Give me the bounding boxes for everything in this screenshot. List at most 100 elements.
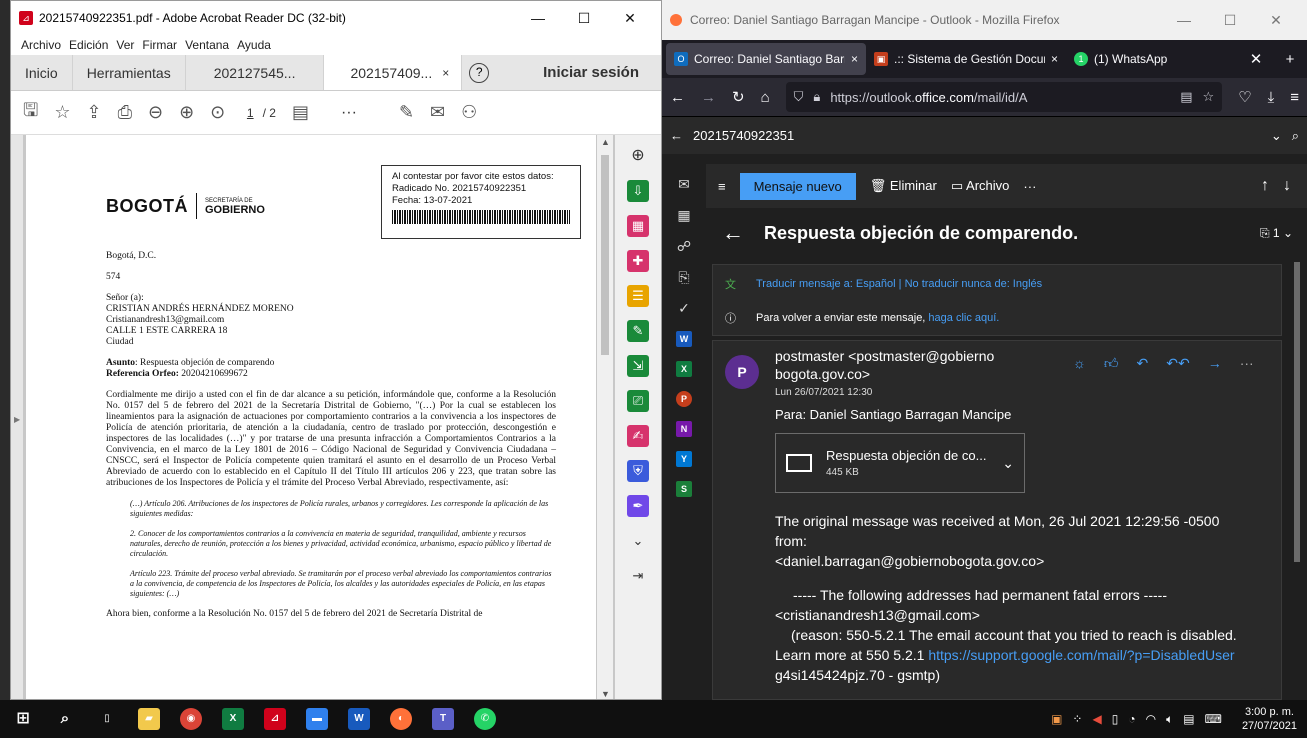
left-panel-collapsed[interactable]: ▶	[11, 135, 23, 699]
send-signature-icon[interactable]: ✒	[627, 495, 649, 517]
support-link[interactable]: https://support.google.com/mail/?p=Disab…	[928, 647, 1234, 663]
attachment-count-button[interactable]: ⎘ 1 ⌄	[1260, 226, 1307, 241]
page-number-input[interactable]: 1	[241, 106, 259, 120]
avatar[interactable]: P	[725, 355, 759, 389]
attachment-card[interactable]: Respuesta objeción de co... 445 KB ⌄	[775, 433, 1025, 493]
sign-icon[interactable]: ✎	[399, 102, 414, 123]
home-icon[interactable]: ⌂	[761, 89, 770, 106]
minimize-button[interactable]: —	[515, 10, 561, 27]
create-pdf-icon[interactable]: ✚	[627, 250, 649, 272]
forward-icon[interactable]: →	[701, 89, 716, 106]
maximize-button[interactable]: ☐	[1207, 12, 1253, 29]
notifications-icon[interactable]: ▤	[1183, 712, 1194, 726]
comment-tool-icon[interactable]: ☰	[627, 285, 649, 307]
hamburger-icon[interactable]: ≡	[718, 179, 726, 194]
close-tab-icon[interactable]: ✕	[1239, 50, 1273, 68]
powerpoint-icon[interactable]: P	[676, 391, 692, 407]
organize-pages-icon[interactable]: ▦	[627, 215, 649, 237]
new-message-button[interactable]: Mensaje nuevo	[739, 172, 856, 200]
mail-icon[interactable]: ✉	[430, 102, 445, 123]
tab-whatsapp[interactable]: 1 (1) WhatsApp	[1066, 43, 1226, 75]
previous-message-icon[interactable]: ↑	[1261, 177, 1269, 195]
new-tab-icon[interactable]: +	[1273, 51, 1307, 68]
tab-inicio[interactable]: Inicio	[11, 55, 73, 90]
close-button[interactable]: ✕	[607, 10, 653, 27]
file-explorer-icon[interactable]: ▰	[138, 708, 160, 730]
keyboard-icon[interactable]: ⌨	[1205, 712, 1222, 726]
menu-edicion[interactable]: Edición	[69, 38, 108, 52]
forward-icon[interactable]: →	[1208, 355, 1222, 372]
url-text[interactable]: https://outlook.office.com/mail/id/A	[830, 90, 1170, 105]
document-scrollbar[interactable]: ▲ ▼	[597, 135, 613, 699]
yammer-icon[interactable]: Y	[676, 451, 692, 467]
menu-archivo[interactable]: Archivo	[21, 38, 61, 52]
acrobat-taskbar-icon[interactable]: ⊿	[264, 708, 286, 730]
reader-view-icon[interactable]: ▤	[1180, 89, 1192, 105]
calendar-icon[interactable]: ▦	[677, 207, 690, 224]
resend-link[interactable]: haga clic aquí.	[928, 312, 999, 324]
todo-check-icon[interactable]: ✓	[678, 300, 690, 317]
search-icon[interactable]: ⌕	[1292, 128, 1299, 144]
scroll-up-icon[interactable]: ▲	[601, 137, 610, 147]
collapse-pane-icon[interactable]: ⇥	[627, 565, 649, 587]
expand-arrow-icon[interactable]: ▶	[14, 415, 20, 424]
menu-icon[interactable]: ≡	[1290, 89, 1299, 106]
more-tools-button[interactable]: ···	[341, 104, 357, 122]
chevron-down-icon[interactable]: ⌄	[627, 530, 649, 552]
reply-icon[interactable]: ↶	[1136, 355, 1148, 372]
attachments-icon[interactable]: ⎘	[678, 269, 689, 286]
upload-icon[interactable]: ⇪	[86, 102, 101, 123]
next-message-icon[interactable]: ↓	[1283, 177, 1307, 195]
tray-app-icon[interactable]: ▣	[1051, 712, 1062, 726]
comment-icon[interactable]: ▤	[292, 102, 309, 123]
url-bar[interactable]: ⛉ 🔒︎ https://outlook.office.com/mail/id/…	[785, 82, 1223, 112]
back-icon[interactable]: ←	[670, 89, 685, 106]
scroll-down-icon[interactable]: ▼	[601, 689, 610, 699]
page-up-icon[interactable]: ⊕	[179, 102, 194, 123]
page-down-icon[interactable]: ⊙	[210, 102, 225, 123]
onenote-icon[interactable]: N	[676, 421, 692, 437]
close-button[interactable]: ✕	[1253, 12, 1299, 29]
windows-start-icon[interactable]: ⊞	[12, 708, 34, 730]
folder-icon[interactable]: ▬	[306, 708, 328, 730]
compress-icon[interactable]: ⇲	[627, 355, 649, 377]
search-input[interactable]: 20215740922351	[693, 128, 1261, 143]
people-icon[interactable]: ☍	[677, 238, 691, 255]
maximize-button[interactable]: ☐	[561, 10, 607, 27]
battery-icon[interactable]: ▯	[1112, 712, 1119, 726]
fill-sign-icon[interactable]: ✍	[627, 425, 649, 447]
more-icon[interactable]: ···	[1240, 355, 1254, 372]
tab-gestion-documental[interactable]: ▣ .:: Sistema de Gestión Docum ×	[866, 43, 1066, 75]
print-icon[interactable]: ⎙	[118, 102, 132, 123]
wifi-icon[interactable]: ◠	[1146, 712, 1156, 726]
archive-button[interactable]: ▭ Archivo	[951, 178, 1010, 194]
reply-all-icon[interactable]: ↶↶	[1166, 355, 1189, 372]
export-pdf-icon[interactable]: ⇩	[627, 180, 649, 202]
edit-pdf-icon[interactable]: ✎	[627, 320, 649, 342]
clock[interactable]: 3:00 p. m. 27/07/2021	[1242, 705, 1307, 733]
zoom-out-icon[interactable]: ⊖	[148, 102, 163, 123]
help-button[interactable]: ?	[462, 55, 496, 90]
tray-arrow-icon[interactable]: ◀	[1092, 712, 1101, 726]
scan-icon[interactable]: ⎚	[627, 390, 649, 412]
search-back-icon[interactable]: ←	[670, 128, 683, 143]
excel-taskbar-icon[interactable]: X	[222, 708, 244, 730]
teams-icon[interactable]: T	[432, 708, 454, 730]
shield-icon[interactable]: ⛉	[794, 89, 804, 105]
zoom-in-icon[interactable]: ⊕	[627, 145, 649, 167]
search-icon[interactable]: ⌕	[54, 708, 76, 730]
tab-document-2[interactable]: 202157409... ×	[324, 55, 463, 90]
word-taskbar-icon[interactable]: W	[348, 708, 370, 730]
save-icon[interactable]: 🖫	[23, 98, 38, 128]
mail-icon[interactable]: ✉	[678, 176, 690, 193]
firefox-taskbar-icon[interactable]: ◐	[390, 708, 412, 730]
menu-ver[interactable]: Ver	[116, 38, 134, 52]
word-icon[interactable]: W	[676, 331, 692, 347]
tab-close-icon[interactable]: ×	[1051, 52, 1058, 66]
tab-document-1[interactable]: 202127545...	[186, 55, 325, 90]
network-icon[interactable]: ◔	[1128, 712, 1135, 726]
menu-firmar[interactable]: Firmar	[142, 38, 177, 52]
sway-icon[interactable]: S	[676, 481, 692, 497]
minimize-button[interactable]: —	[1161, 12, 1207, 29]
share-user-icon[interactable]: ⚇	[461, 102, 477, 123]
